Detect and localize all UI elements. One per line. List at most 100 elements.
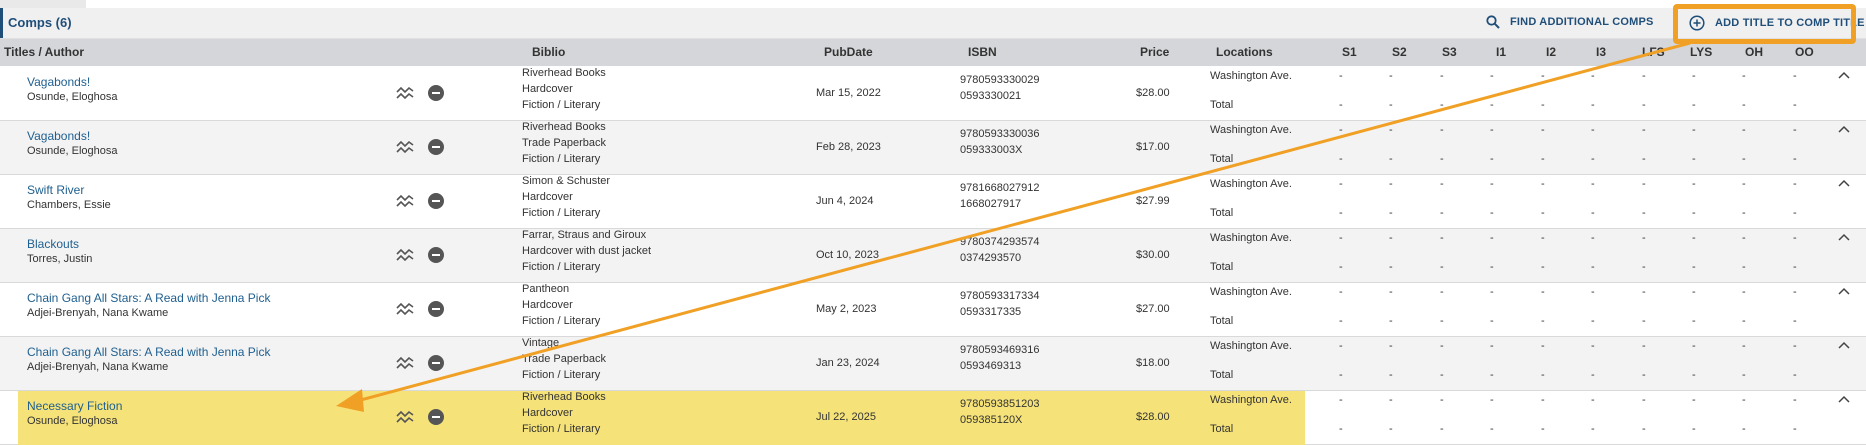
metric-total-value: - <box>1490 99 1494 111</box>
metric-total-value: - <box>1541 153 1545 165</box>
table-row: Vagabonds! Osunde, Eloghosa Riverhead Boo… <box>0 121 1866 175</box>
trend-chart-icon[interactable] <box>396 355 414 371</box>
trend-chart-icon[interactable] <box>396 85 414 101</box>
metric-total-value: - <box>1490 315 1494 327</box>
chevron-up-icon[interactable] <box>1838 394 1850 404</box>
location: Washington Ave. <box>1210 70 1292 82</box>
isbn13: 9780593330036 <box>960 128 1040 140</box>
find-additional-comps-button[interactable]: FIND ADDITIONAL COMPS <box>1486 15 1654 29</box>
title-link[interactable]: Vagabonds! <box>27 129 90 143</box>
column-header-isbn[interactable]: ISBN <box>968 45 997 59</box>
metric-value: - <box>1742 394 1746 406</box>
metric-total-value: - <box>1440 207 1444 219</box>
column-header-i2[interactable]: I2 <box>1546 45 1556 59</box>
title-link[interactable]: Necessary Fiction <box>27 399 122 413</box>
metric-value: - <box>1440 178 1444 190</box>
remove-comp-icon[interactable] <box>428 193 444 209</box>
metric-value: - <box>1793 70 1797 82</box>
metric-value: - <box>1692 340 1696 352</box>
isbn13: 9781668027912 <box>960 182 1040 194</box>
chevron-up-icon[interactable] <box>1838 232 1850 242</box>
column-header-lfs[interactable]: LFS <box>1642 45 1665 59</box>
pubdate: May 2, 2023 <box>816 303 877 315</box>
pubdate: Feb 28, 2023 <box>816 141 881 153</box>
metric-total-value: - <box>1642 207 1646 219</box>
title-link[interactable]: Blackouts <box>27 237 79 251</box>
metric-total-value: - <box>1591 99 1595 111</box>
column-header-titles-author[interactable]: Titles / Author <box>4 45 84 59</box>
row-highlight <box>18 391 1305 445</box>
location-total: Total <box>1210 99 1234 111</box>
metric-value: - <box>1692 70 1696 82</box>
chevron-up-icon[interactable] <box>1838 286 1850 296</box>
location-total: Total <box>1210 369 1234 381</box>
column-header-biblio[interactable]: Biblio <box>532 45 565 59</box>
metric-value: - <box>1440 340 1444 352</box>
column-header-i3[interactable]: I3 <box>1596 45 1606 59</box>
location: Washington Ave. <box>1210 124 1292 136</box>
column-header-price[interactable]: Price <box>1140 45 1169 59</box>
title-link[interactable]: Chain Gang All Stars: A Read with Jenna … <box>27 291 270 305</box>
metric-total-value: - <box>1642 369 1646 381</box>
metric-value: - <box>1793 232 1797 244</box>
column-header-locations[interactable]: Locations <box>1216 45 1273 59</box>
trend-chart-icon[interactable] <box>396 247 414 263</box>
metric-value: - <box>1490 178 1494 190</box>
remove-comp-icon[interactable] <box>428 301 444 317</box>
metric-total-value: - <box>1642 315 1646 327</box>
author: Torres, Justin <box>27 253 93 265</box>
add-title-to-comp-button[interactable]: ADD TITLE TO COMP TITLE <box>1689 15 1865 31</box>
pubdate: Mar 15, 2022 <box>816 87 881 99</box>
metric-total-value: - <box>1793 207 1797 219</box>
remove-comp-icon[interactable] <box>428 139 444 155</box>
metric-value: - <box>1692 178 1696 190</box>
metric-total-value: - <box>1440 369 1444 381</box>
column-header-pubdate[interactable]: PubDate <box>824 45 873 59</box>
trend-chart-icon[interactable] <box>396 409 414 425</box>
metric-value: - <box>1339 178 1343 190</box>
remove-comp-icon[interactable] <box>428 355 444 371</box>
trend-chart-icon[interactable] <box>396 139 414 155</box>
metric-total-value: - <box>1591 261 1595 273</box>
remove-comp-icon[interactable] <box>428 247 444 263</box>
metric-value: - <box>1692 394 1696 406</box>
title-link[interactable]: Swift River <box>27 183 84 197</box>
metric-value: - <box>1440 70 1444 82</box>
column-header-s3[interactable]: S3 <box>1442 45 1457 59</box>
chevron-up-icon[interactable] <box>1838 178 1850 188</box>
trend-chart-icon[interactable] <box>396 301 414 317</box>
metric-total-value: - <box>1541 261 1545 273</box>
metric-value: - <box>1642 124 1646 136</box>
remove-comp-icon[interactable] <box>428 409 444 425</box>
column-headers: Titles / Author Biblio PubDate ISBN Price Loc… <box>0 39 1866 66</box>
metric-total-value: - <box>1793 153 1797 165</box>
column-header-s2[interactable]: S2 <box>1392 45 1407 59</box>
comps-title: Comps (6) <box>8 15 72 30</box>
column-header-lys[interactable]: LYS <box>1690 45 1712 59</box>
metric-total-value: - <box>1591 369 1595 381</box>
chevron-up-icon[interactable] <box>1838 124 1850 134</box>
price: $17.00 <box>1136 141 1170 153</box>
column-header-oo[interactable]: OO <box>1795 45 1814 59</box>
metric-value: - <box>1490 340 1494 352</box>
metric-total-value: - <box>1440 99 1444 111</box>
metric-value: - <box>1339 124 1343 136</box>
title-link[interactable]: Chain Gang All Stars: A Read with Jenna … <box>27 345 270 359</box>
remove-comp-icon[interactable] <box>428 85 444 101</box>
isbn13: 9780593330029 <box>960 74 1040 86</box>
column-header-oh[interactable]: OH <box>1745 45 1763 59</box>
metric-total-value: - <box>1742 99 1746 111</box>
column-header-i1[interactable]: I1 <box>1496 45 1506 59</box>
trend-chart-icon[interactable] <box>396 193 414 209</box>
metric-value: - <box>1642 340 1646 352</box>
chevron-up-icon[interactable] <box>1838 70 1850 80</box>
column-header-s1[interactable]: S1 <box>1342 45 1357 59</box>
metric-total-value: - <box>1339 99 1343 111</box>
metric-value: - <box>1591 70 1595 82</box>
metric-value: - <box>1793 286 1797 298</box>
metric-value: - <box>1541 394 1545 406</box>
title-link[interactable]: Vagabonds! <box>27 75 90 89</box>
publisher: Riverhead Books <box>522 67 606 79</box>
metric-value: - <box>1642 286 1646 298</box>
chevron-up-icon[interactable] <box>1838 340 1850 350</box>
